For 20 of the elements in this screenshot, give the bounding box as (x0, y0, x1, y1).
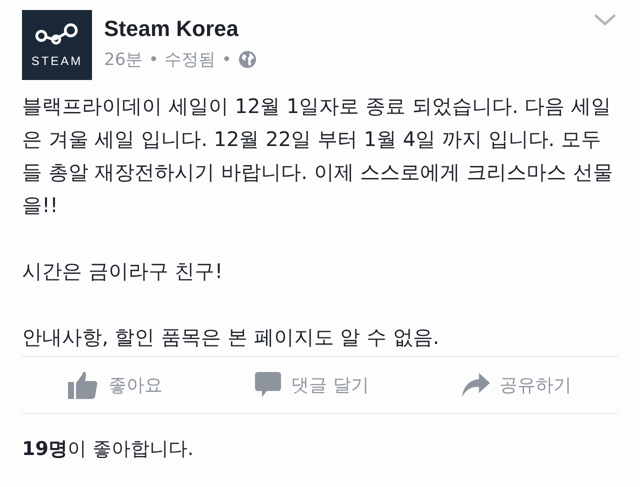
thumbs-up-icon (68, 371, 98, 399)
chevron-down-icon[interactable] (594, 14, 616, 26)
steam-logo[interactable]: STEAM (22, 10, 92, 80)
share-arrow-icon (462, 373, 490, 397)
globe-icon (238, 50, 257, 69)
post-text: 시간은 금이라구 친구! (22, 258, 224, 285)
edited-label[interactable]: 수정됨 (164, 48, 216, 71)
action-button[interactable]: 공유하기 (454, 369, 580, 401)
action-button[interactable]: 좋아요 (60, 367, 170, 403)
action-button[interactable]: 댓글 달기 (247, 368, 377, 402)
post-time[interactable]: 26분 (104, 48, 143, 71)
speech-bubble-icon (255, 372, 282, 398)
logo-text: STEAM (31, 54, 83, 68)
post-text: 블랙프라이데이 세일이 12월 1일자로 종료 되었습니다. 다음 세일은 겨울 세일 입니다. 12월 22일 부터 1월 4일 까지 입니다. 모두들 총알 재장전하시기 바랍니다. 이제 스스로에게 크리스마스 선물을!! (22, 93, 614, 219)
post-text: 안내사항, 할인 품목은 본 페이지도 알 수 없음. (22, 324, 440, 351)
like-count[interactable]: 19명이 좋아합니다. (0, 414, 640, 462)
steam-logo-icon (34, 22, 80, 46)
page-name[interactable]: Steam Korea (104, 16, 257, 42)
separator-dot: • (148, 50, 159, 70)
separator-dot: • (222, 50, 232, 70)
